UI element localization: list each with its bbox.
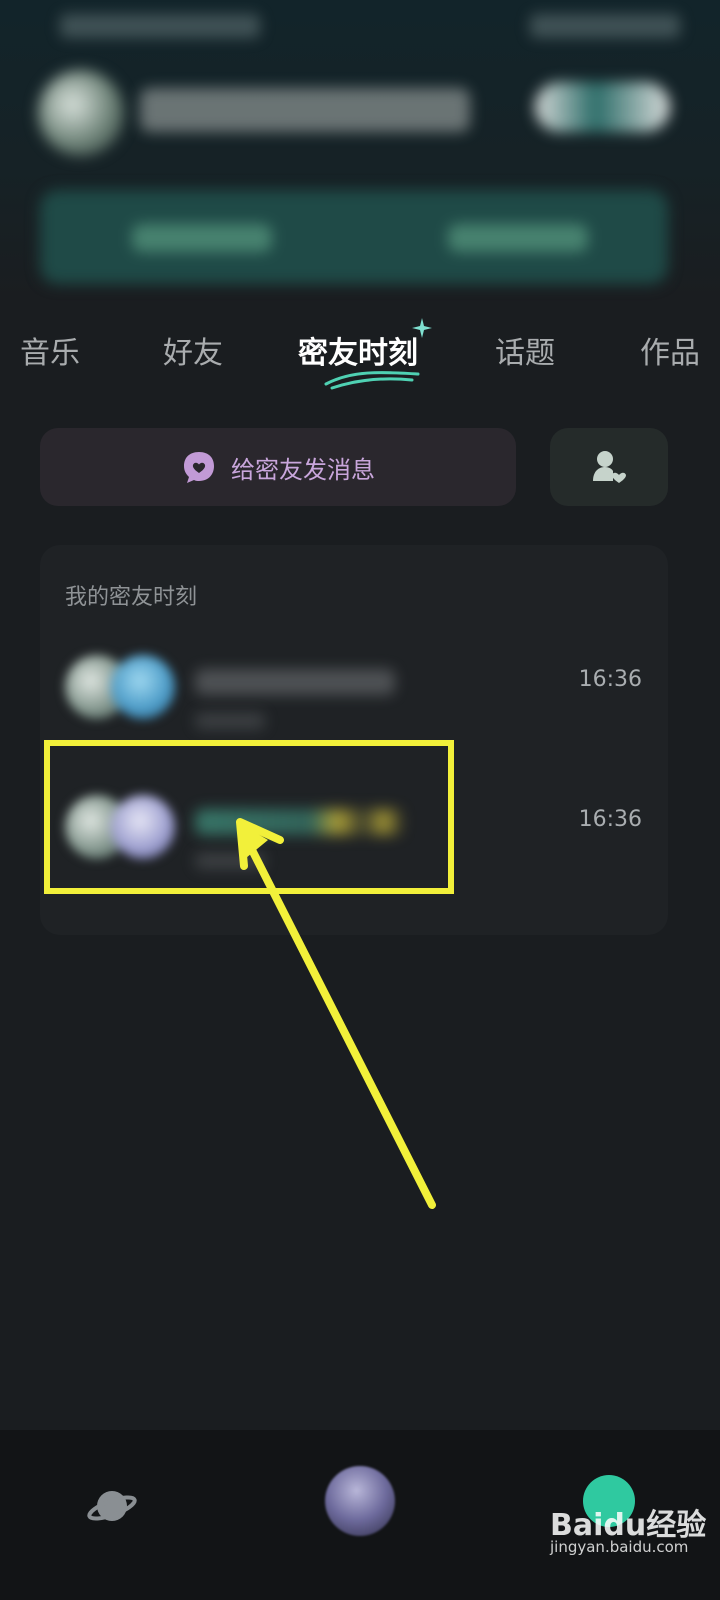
friend-button[interactable] <box>550 428 668 506</box>
profile-banner[interactable] <box>40 190 668 284</box>
send-message-button[interactable]: 给密友发消息 <box>40 428 516 506</box>
tab-music[interactable]: 音乐 <box>20 328 80 372</box>
moment-time: 16:36 <box>578 667 642 692</box>
moment-subtitle <box>195 713 265 729</box>
moment-friend-name <box>195 669 395 695</box>
profile-toggle[interactable] <box>535 82 670 132</box>
banner-chip-right <box>448 224 588 252</box>
highlight-box <box>44 740 454 894</box>
tab-topics[interactable]: 话题 <box>495 328 555 372</box>
nav-center-avatar[interactable] <box>325 1466 395 1536</box>
profile-header <box>0 0 720 300</box>
moment-time: 16:36 <box>578 807 642 832</box>
avatar <box>111 655 175 719</box>
banner-chip-left <box>132 224 272 252</box>
status-bar <box>60 14 680 40</box>
status-bar-right <box>530 14 680 38</box>
tab-works[interactable]: 作品 <box>640 328 700 372</box>
profile-avatar[interactable] <box>38 70 124 156</box>
tab-bar: 音乐 好友 密友时刻 话题 作品 <box>0 318 720 390</box>
sparkle-icon <box>412 318 432 338</box>
moments-title: 我的密友时刻 <box>65 585 198 610</box>
status-bar-left <box>60 14 260 38</box>
send-message-label: 给密友发消息 <box>231 455 375 484</box>
watermark: Baidu经验 jingyan.baidu.com <box>550 1500 715 1570</box>
watermark-url: jingyan.baidu.com <box>550 1538 689 1556</box>
planet-icon[interactable] <box>86 1480 138 1532</box>
avatar-pair <box>65 655 175 719</box>
profile-name <box>140 88 470 132</box>
friend-heart-icon <box>593 451 626 483</box>
tab-underline-icon <box>324 371 420 390</box>
tab-friends[interactable]: 好友 <box>163 328 223 372</box>
tab-close-friend-moments[interactable]: 密友时刻 <box>298 328 418 372</box>
heart-chat-icon <box>184 452 214 483</box>
